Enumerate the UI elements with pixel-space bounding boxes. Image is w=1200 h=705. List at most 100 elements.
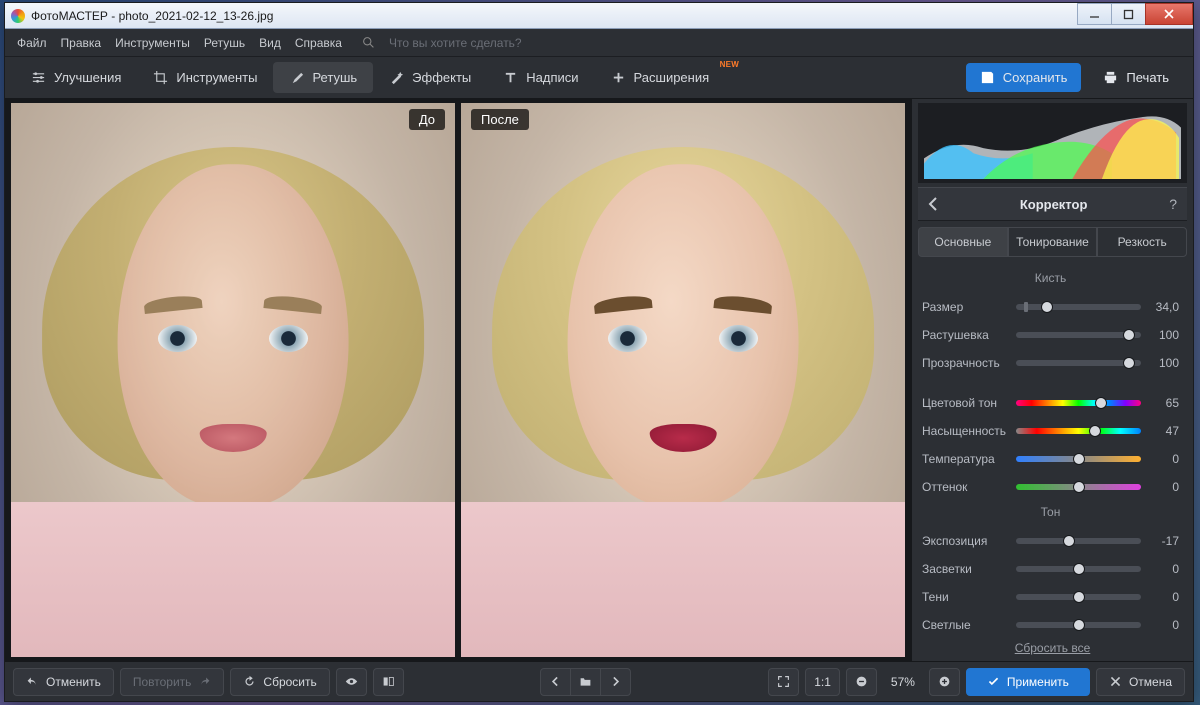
brush-icon [289, 70, 304, 85]
crop-icon [153, 70, 168, 85]
slider-hue[interactable]: Цветовой тон 65 [922, 389, 1179, 417]
panel-title: Корректор [938, 197, 1169, 212]
split-icon [382, 675, 395, 688]
tab-extensions-label: Расширения [634, 70, 710, 85]
undo-icon [26, 675, 39, 688]
minus-icon [855, 675, 868, 688]
text-icon [503, 70, 518, 85]
nav-group [540, 668, 631, 696]
menu-edit[interactable]: Правка [61, 36, 102, 50]
tab-enhance[interactable]: Улучшения [15, 62, 137, 93]
subtab-sharpen[interactable]: Резкость [1097, 227, 1187, 257]
maximize-button[interactable] [1111, 3, 1146, 25]
plus-circle-icon [938, 675, 951, 688]
after-label: После [471, 109, 529, 130]
menubar-search[interactable]: Что вы хотите сделать? [389, 36, 522, 50]
tab-retouch[interactable]: Ретушь [273, 62, 373, 93]
slider-feather[interactable]: Растушевка 100 [922, 321, 1179, 349]
canvas-area: До После [5, 99, 911, 661]
image-before[interactable]: До [11, 103, 455, 657]
prev-image-button[interactable] [540, 668, 571, 696]
menu-file[interactable]: Файл [17, 36, 47, 50]
slider-saturation[interactable]: Насыщенность 47 [922, 417, 1179, 445]
tab-effects[interactable]: Эффекты [373, 62, 487, 93]
section-brush: Кисть [922, 271, 1179, 285]
chevron-right-icon [609, 675, 622, 688]
tab-enhance-label: Улучшения [54, 70, 121, 85]
x-icon [1109, 675, 1122, 688]
menu-retouch[interactable]: Ретушь [204, 36, 245, 50]
slider-shadows[interactable]: Тени 0 [922, 583, 1179, 611]
redo-icon [198, 675, 211, 688]
check-icon [987, 675, 1000, 688]
reset-icon [243, 675, 256, 688]
slider-exposure[interactable]: Экспозиция -17 [922, 527, 1179, 555]
menu-help[interactable]: Справка [295, 36, 342, 50]
cancel-button[interactable]: Отмена [1096, 668, 1185, 696]
zoom-in-button[interactable] [929, 668, 960, 696]
help-icon[interactable]: ? [1169, 196, 1177, 212]
slider-opacity[interactable]: Прозрачность 100 [922, 349, 1179, 377]
new-badge: NEW [720, 60, 740, 69]
back-icon[interactable] [928, 197, 938, 211]
sliders-container: Кисть Размер 34,0 Растушевка 100 Прозрач… [912, 261, 1193, 635]
zoom-value: 57% [883, 675, 923, 689]
main-area: До После Корректор [5, 99, 1193, 661]
sliders-icon [31, 70, 46, 85]
app-logo-icon [11, 9, 25, 23]
eye-icon [345, 675, 358, 688]
reset-all-link[interactable]: Сбросить все [912, 635, 1193, 661]
window-title: ФотоМАСТЕР - photo_2021-02-12_13-26.jpg [31, 9, 1078, 23]
section-tone: Тон [922, 505, 1179, 519]
actual-size-button[interactable]: 1:1 [805, 668, 840, 696]
image-after[interactable]: После [461, 103, 905, 657]
tab-effects-label: Эффекты [412, 70, 471, 85]
zoom-out-button[interactable] [846, 668, 877, 696]
print-icon [1103, 70, 1118, 85]
preview-button[interactable] [336, 668, 367, 696]
search-icon [362, 36, 375, 49]
side-panel: Корректор ? Основные Тонирование Резкост… [911, 99, 1193, 661]
tab-extensions[interactable]: Расширения NEW [595, 62, 726, 93]
tab-captions-label: Надписи [526, 70, 578, 85]
panel-subtabs: Основные Тонирование Резкость [918, 227, 1187, 257]
apply-button[interactable]: Применить [966, 668, 1090, 696]
menu-view[interactable]: Вид [259, 36, 281, 50]
compare-button[interactable] [373, 668, 404, 696]
tab-captions[interactable]: Надписи [487, 62, 594, 93]
slider-highlights[interactable]: Засветки 0 [922, 555, 1179, 583]
undo-button[interactable]: Отменить [13, 668, 114, 696]
plus-icon [611, 70, 626, 85]
before-label: До [409, 109, 445, 130]
slider-size[interactable]: Размер 34,0 [922, 293, 1179, 321]
slider-tint[interactable]: Оттенок 0 [922, 473, 1179, 501]
folder-icon [579, 675, 592, 688]
subtab-main[interactable]: Основные [918, 227, 1008, 257]
redo-button[interactable]: Повторить [120, 668, 225, 696]
app-window: ФотоМАСТЕР - photo_2021-02-12_13-26.jpg … [4, 2, 1194, 702]
minimize-button[interactable] [1077, 3, 1112, 25]
subtab-toning[interactable]: Тонирование [1008, 227, 1098, 257]
slider-temperature[interactable]: Температура 0 [922, 445, 1179, 473]
browse-button[interactable] [570, 668, 601, 696]
fit-icon [777, 675, 790, 688]
panel-header: Корректор ? [918, 187, 1187, 221]
wand-icon [389, 70, 404, 85]
reset-button[interactable]: Сбросить [230, 668, 329, 696]
save-icon [980, 70, 995, 85]
tab-retouch-label: Ретушь [312, 70, 357, 85]
bottombar: Отменить Повторить Сбросить 1:1 57% [5, 661, 1193, 701]
menu-tools[interactable]: Инструменты [115, 36, 190, 50]
save-button[interactable]: Сохранить [966, 63, 1082, 92]
tab-tools-label: Инструменты [176, 70, 257, 85]
menubar: Файл Правка Инструменты Ретушь Вид Справ… [5, 29, 1193, 57]
toolbar: Улучшения Инструменты Ретушь Эффекты Над… [5, 57, 1193, 99]
print-button[interactable]: Печать [1089, 63, 1183, 92]
slider-whites[interactable]: Светлые 0 [922, 611, 1179, 635]
close-button[interactable] [1145, 3, 1193, 25]
fit-screen-button[interactable] [768, 668, 799, 696]
histogram[interactable] [918, 103, 1187, 183]
tab-tools[interactable]: Инструменты [137, 62, 273, 93]
titlebar: ФотоМАСТЕР - photo_2021-02-12_13-26.jpg [5, 3, 1193, 29]
next-image-button[interactable] [600, 668, 631, 696]
